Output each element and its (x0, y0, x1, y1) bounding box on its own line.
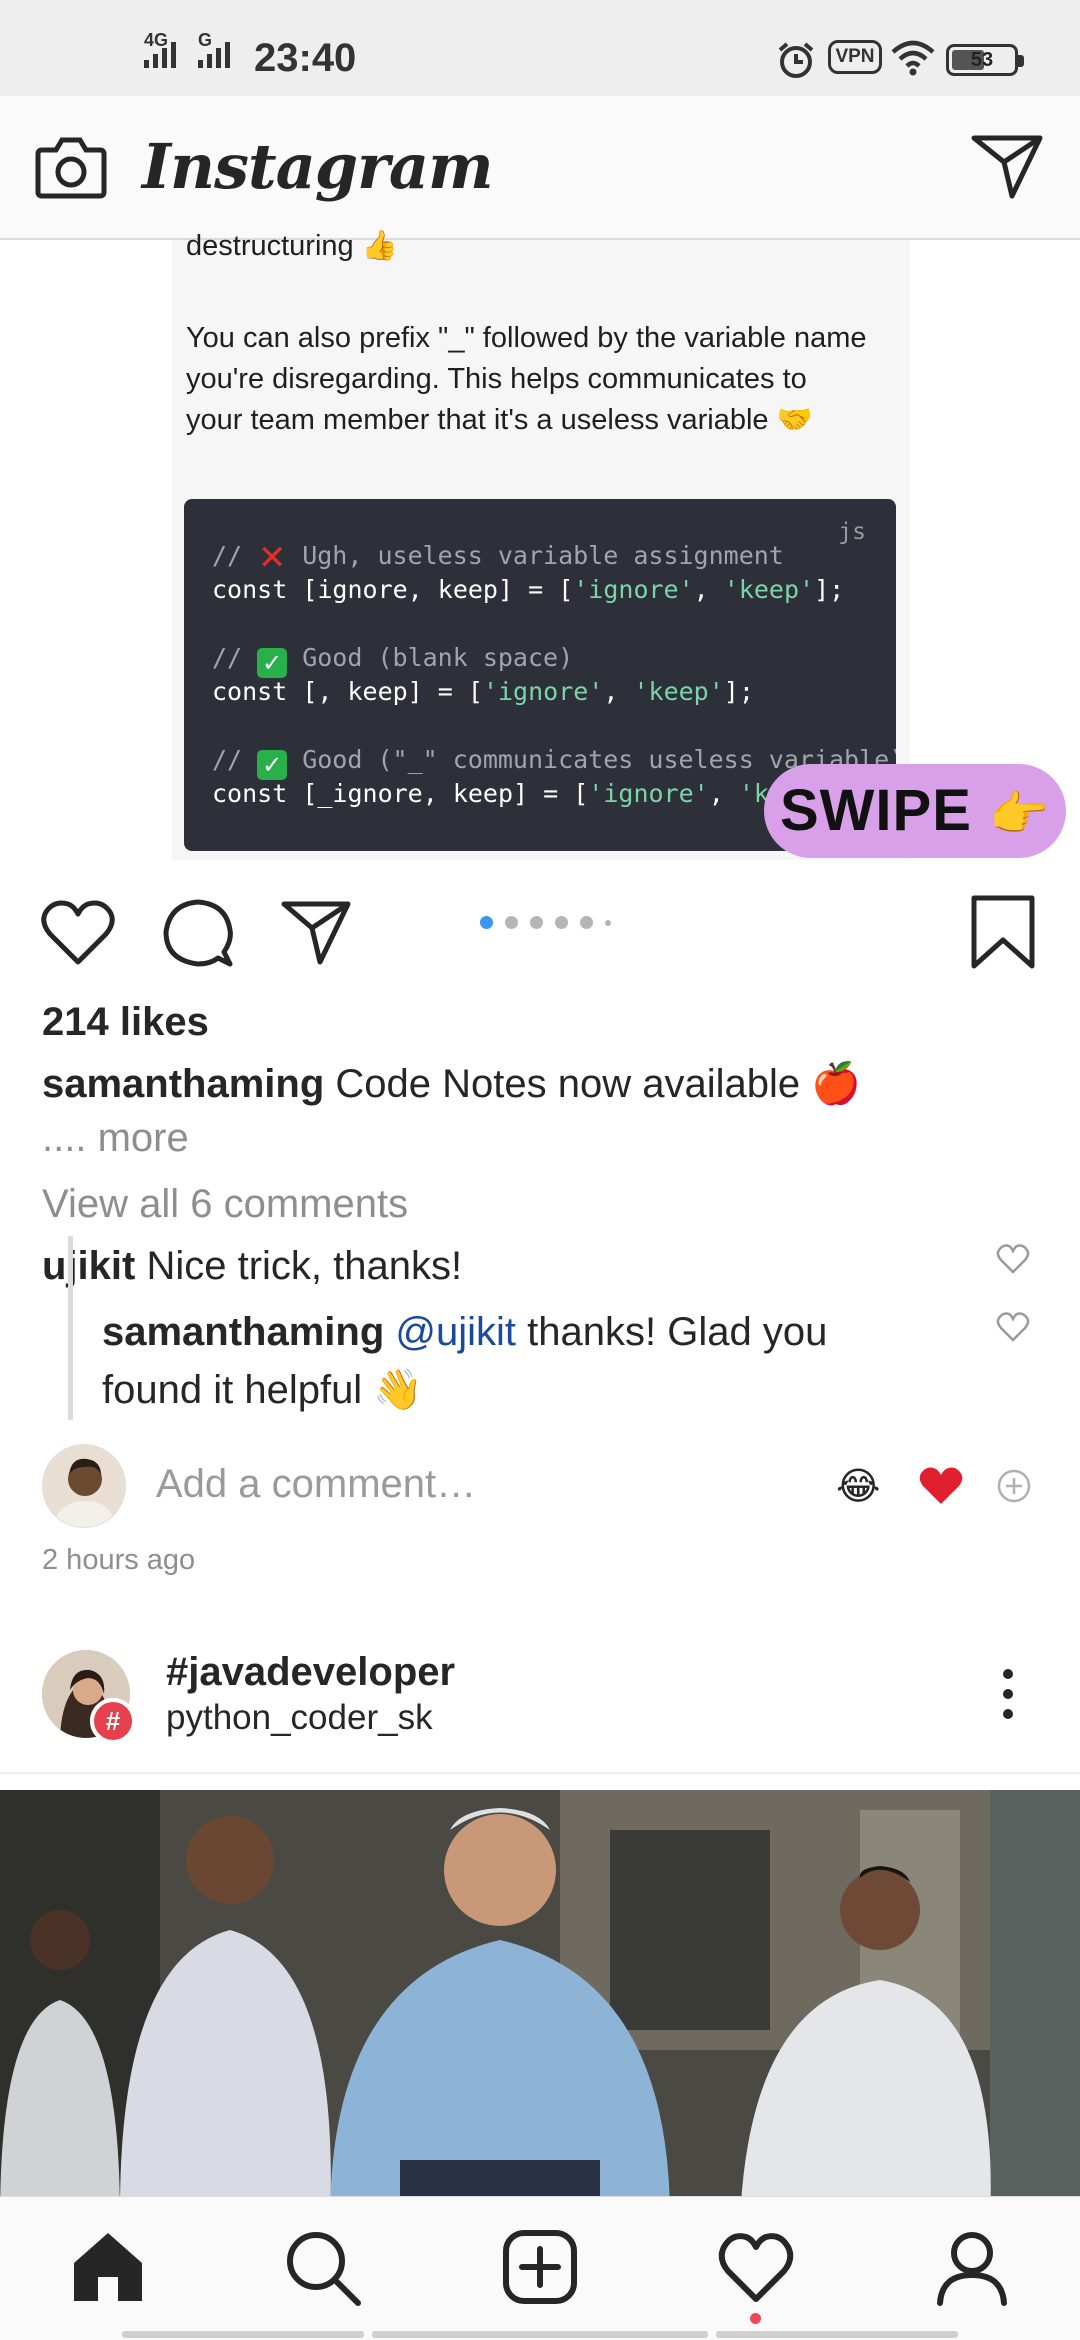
code-line-1: const [ignore, keep] = ['ignore', 'keep'… (212, 575, 845, 604)
slide-text-top: destructuring 👍 (186, 230, 398, 262)
carousel-dot (605, 919, 611, 926)
bottom-navigation (0, 2196, 1080, 2340)
network-label-2: G (198, 30, 213, 50)
check-mark-icon: ✓ (257, 648, 288, 678)
swipe-sticker: SWIPE 👉 (764, 764, 1066, 858)
activity-notification-dot (750, 2313, 761, 2324)
view-all-comments-link[interactable]: View all 6 comments (42, 1182, 408, 1227)
home-icon[interactable] (68, 2227, 148, 2307)
reply-1-line-1: samanthaming @ujikit thanks! Glad you (102, 1310, 827, 1355)
search-icon[interactable] (282, 2227, 362, 2307)
carousel-dot (530, 916, 543, 929)
direct-message-icon[interactable] (970, 132, 1044, 200)
activity-icon[interactable] (716, 2227, 796, 2307)
code-line-3: const [_ignore, keep] = ['ignore', 'keep… (212, 779, 859, 808)
carousel-indicator (480, 916, 611, 929)
post-actions (0, 872, 1080, 982)
carousel-dot (580, 916, 593, 929)
post2-hashtag-title[interactable]: #javadeveloper (166, 1650, 455, 1695)
hashtag-badge: # (90, 1698, 136, 1744)
add-reaction-icon[interactable] (996, 1468, 1032, 1504)
post2-username[interactable]: python_coder_sk (166, 1698, 433, 1738)
carousel-dot (480, 916, 493, 929)
check-mark-icon: ✓ (257, 750, 288, 780)
system-gesture-bar-right (716, 2331, 958, 2338)
profile-icon[interactable] (932, 2227, 1012, 2307)
comment-username[interactable]: ujikit (42, 1244, 135, 1288)
carousel-dot (505, 916, 518, 929)
post-timestamp: 2 hours ago (42, 1544, 196, 1576)
likes-count[interactable]: 214 likes (42, 1000, 209, 1045)
caption-username[interactable]: samanthaming (42, 1062, 324, 1106)
reply-text: thanks! Glad you (516, 1310, 828, 1354)
reply-thread-line (68, 1236, 73, 1420)
comment-1: ujikit Nice trick, thanks! (42, 1244, 462, 1289)
reply-username[interactable]: samanthaming (102, 1310, 384, 1354)
slide-paragraph-line-3: your team member that it's a useless var… (186, 404, 813, 436)
vpn-badge: VPN (828, 40, 882, 74)
battery-level: 53 (970, 49, 994, 71)
network-label-1: 4G (144, 30, 169, 50)
heart-emoji-button[interactable] (918, 1466, 964, 1506)
save-icon[interactable] (968, 894, 1038, 970)
clock: 23:40 (254, 36, 357, 80)
slide-paragraph-line-1: You can also prefix "_" followed by the … (186, 322, 867, 354)
cross-mark-icon: ✕ (257, 538, 287, 578)
code-line-2: const [, keep] = ['ignore', 'keep']; (212, 677, 754, 706)
system-gesture-bar-left (122, 2331, 364, 2338)
more-options-icon[interactable] (1000, 1666, 1016, 1722)
alarm-icon (778, 42, 814, 78)
reply-mention[interactable]: @ujikit (395, 1310, 516, 1354)
code-comment-2: // ✓ Good (blank space) (212, 643, 574, 678)
caption-more-link[interactable]: .... more (42, 1116, 189, 1161)
laughing-emoji-button[interactable]: 😂 (836, 1464, 880, 1509)
post2-photo[interactable] (0, 1790, 1080, 2220)
battery-icon: 53 (946, 44, 1024, 76)
share-icon[interactable] (280, 898, 352, 966)
swipe-label: SWIPE (780, 778, 972, 843)
signal-4g-icon: 4G (144, 30, 176, 68)
wifi-icon (891, 40, 935, 76)
carousel-dot (555, 916, 568, 929)
camera-icon[interactable] (34, 132, 108, 200)
caption: samanthaming Code Notes now available 🍎 (42, 1060, 861, 1107)
comment-like-icon[interactable] (996, 1244, 1030, 1274)
code-comment-1: // ✕ Ugh, useless variable assignment (212, 538, 784, 578)
signal-g-icon: G (198, 30, 230, 68)
caption-text: Code Notes now available 🍎 (324, 1062, 862, 1106)
status-bar: 4G G 23:40 VPN 53 (0, 0, 1080, 96)
code-language: js (838, 519, 866, 545)
comment-icon[interactable] (162, 898, 234, 970)
add-comment-input[interactable]: Add a comment… (156, 1462, 476, 1507)
app-logo: Instagram (142, 130, 494, 203)
current-user-avatar (42, 1444, 126, 1528)
new-post-icon[interactable] (500, 2227, 580, 2307)
comment-text: Nice trick, thanks! (135, 1244, 463, 1288)
like-icon[interactable] (40, 898, 116, 966)
reply-1-line-2: found it helpful 👋 (102, 1368, 424, 1412)
pointing-hand-icon: 👉 (989, 788, 1050, 841)
divider (0, 1772, 1080, 1774)
slide-paragraph-line-2: you're disregarding. This helps communic… (186, 363, 807, 395)
system-gesture-bar-center (372, 2331, 708, 2338)
app-header: Instagram (0, 96, 1080, 240)
reply-like-icon[interactable] (996, 1312, 1030, 1342)
